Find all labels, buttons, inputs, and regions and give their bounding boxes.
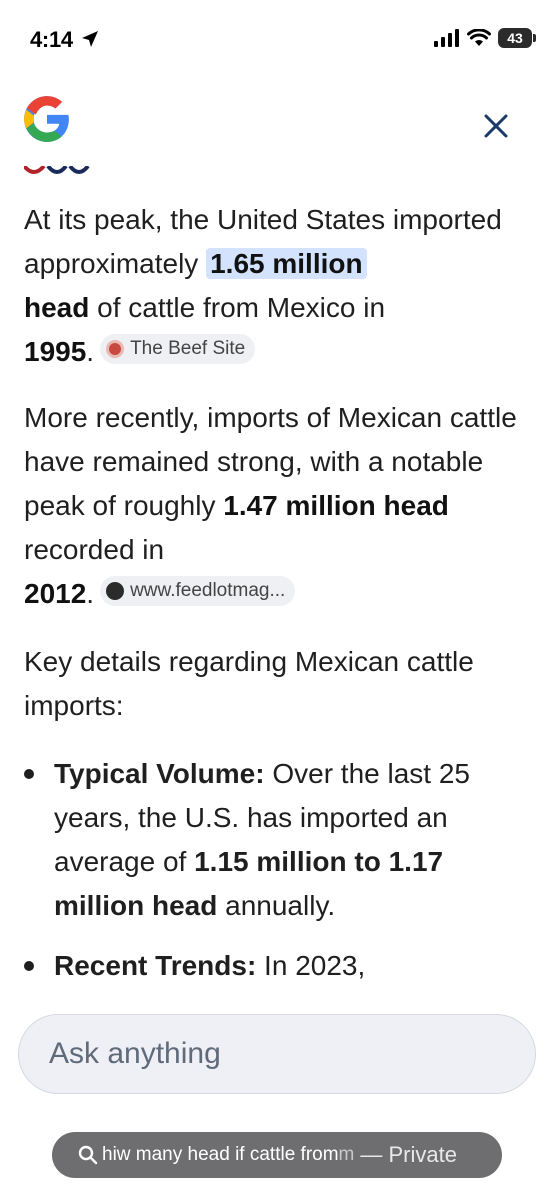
close-icon[interactable] bbox=[478, 108, 514, 144]
location-arrow-icon bbox=[82, 31, 98, 47]
header bbox=[0, 80, 554, 166]
status-icons: 43 bbox=[434, 28, 536, 48]
address-query: hiw many head if cattle from bbox=[102, 1144, 339, 1165]
ask-input[interactable]: Ask anything bbox=[18, 1014, 536, 1094]
bold-text: 2012 bbox=[24, 578, 87, 609]
search-icon bbox=[78, 1145, 98, 1165]
source-chip-feedlotmag[interactable]: www.feedlotmag... bbox=[100, 576, 296, 606]
para-text: of cattle from Mexico in bbox=[89, 292, 386, 323]
para-text: . bbox=[86, 336, 95, 367]
globe-icon bbox=[106, 582, 125, 600]
bold-text: 1.47 million head bbox=[223, 490, 449, 521]
battery-icon: 43 bbox=[498, 28, 536, 48]
answer-paragraph: Key details regarding Mexican cattle imp… bbox=[24, 640, 514, 728]
source-chip-beef-site[interactable]: The Beef Site bbox=[100, 334, 256, 364]
bullet-label: Typical Volume: bbox=[54, 758, 265, 789]
beef-site-favicon-icon bbox=[106, 340, 125, 358]
highlighted-figure: 1.65 million bbox=[206, 248, 367, 279]
bullet-icon bbox=[24, 961, 34, 971]
bullet-text: In 2023, bbox=[256, 950, 366, 981]
google-logo-icon[interactable] bbox=[22, 94, 72, 144]
source-chip-label: www.feedlotmag... bbox=[130, 580, 286, 601]
list-item: Recent Trends: In 2023, bbox=[24, 944, 534, 996]
list-item: Typical Volume: Over the last 25 years, … bbox=[24, 752, 534, 932]
address-bar[interactable]: hiw many head if cattle from m — Private bbox=[52, 1132, 502, 1178]
bold-text: head bbox=[24, 292, 90, 323]
status-time: 4:14 bbox=[30, 27, 73, 52]
status-bar: 4:14 43 bbox=[0, 0, 554, 80]
answer-paragraph: More recently, imports of Mexican cattle… bbox=[24, 396, 524, 616]
bullet-label: Recent Trends: bbox=[54, 950, 257, 981]
para-text: . bbox=[86, 578, 95, 609]
highlight-text: 1.65 million bbox=[210, 248, 363, 279]
para-text: Key details regarding Mexican cattle imp… bbox=[24, 646, 474, 721]
wifi-icon bbox=[467, 29, 491, 46]
bullet-icon bbox=[24, 769, 34, 779]
ai-answer-content: At its peak, the United States imported … bbox=[24, 166, 534, 996]
signal-icon bbox=[434, 29, 459, 47]
private-label: — Private bbox=[360, 1142, 457, 1167]
para-text: recorded in bbox=[24, 534, 165, 565]
bullet-text: annually. bbox=[217, 890, 336, 921]
address-query-faded: m bbox=[338, 1144, 355, 1165]
answer-paragraph: At its peak, the United States imported … bbox=[24, 198, 524, 374]
ask-placeholder: Ask anything bbox=[49, 1037, 221, 1070]
source-logo-partial-icon bbox=[24, 166, 90, 174]
source-chip-label: The Beef Site bbox=[130, 338, 246, 359]
bold-text: 1995 bbox=[24, 336, 87, 367]
